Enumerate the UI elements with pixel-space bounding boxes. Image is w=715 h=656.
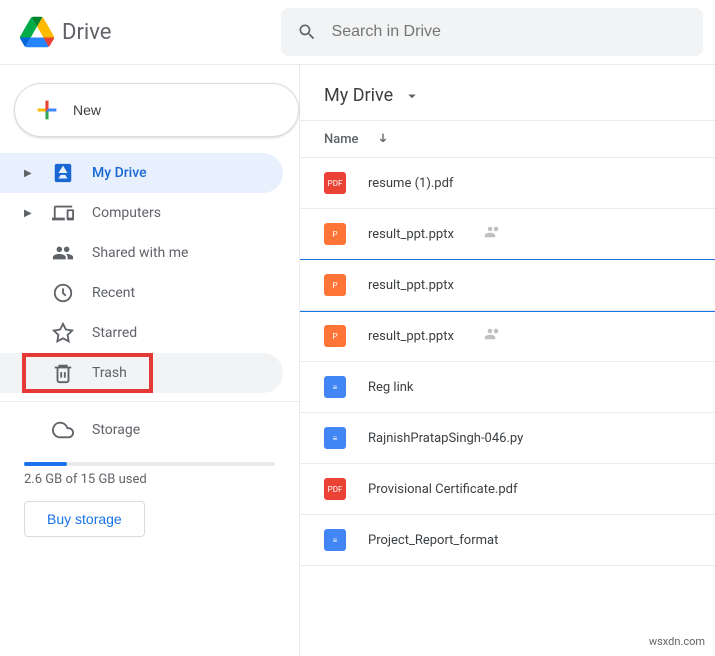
shared-indicator-icon xyxy=(484,325,502,347)
computers-icon xyxy=(52,202,74,224)
ppt-file-icon: P xyxy=(324,223,346,245)
doc-file-icon: ≡ xyxy=(324,529,346,551)
drive-logo-icon xyxy=(20,15,54,49)
star-icon xyxy=(52,322,74,344)
file-row[interactable]: Presult_ppt.pptx xyxy=(300,209,715,260)
my-drive-icon xyxy=(52,162,74,184)
sidebar-item-label: Computers xyxy=(92,205,161,221)
sort-arrow-down-icon xyxy=(375,131,391,147)
buy-storage-button[interactable]: Buy storage xyxy=(24,501,145,537)
main-content: My Drive Name PDF resume (1).pdf Presult_p… xyxy=(300,65,715,656)
file-row[interactable]: PDF resume (1).pdf xyxy=(300,158,715,209)
file-row[interactable]: PDF Provisional Certificate.pdf xyxy=(300,464,715,515)
pdf-file-icon: PDF xyxy=(324,478,346,500)
file-row[interactable]: Presult_ppt.pptx xyxy=(300,311,715,362)
file-name: RajnishPratapSingh-046.py xyxy=(368,431,523,446)
cloud-icon xyxy=(52,419,74,441)
file-name: result_ppt.pptx xyxy=(368,329,454,344)
header: Drive xyxy=(0,0,715,65)
breadcrumb[interactable]: My Drive xyxy=(300,65,715,121)
sidebar-item-storage[interactable]: Storage xyxy=(0,410,283,450)
expand-icon: ▶ xyxy=(24,168,34,179)
file-name: resume (1).pdf xyxy=(368,176,453,191)
sidebar-item-label: Trash xyxy=(92,365,127,381)
sidebar: New ▶ My Drive ▶ Computers Shared with m… xyxy=(0,65,300,656)
sidebar-item-computers[interactable]: ▶ Computers xyxy=(0,193,283,233)
plus-icon xyxy=(33,96,61,124)
sidebar-item-label: Starred xyxy=(92,325,137,341)
file-name: Project_Report_format xyxy=(368,533,498,548)
sidebar-item-label: Shared with me xyxy=(92,245,188,261)
file-name: result_ppt.pptx xyxy=(368,278,454,293)
file-list: PDFresume (1).pdfPresult_ppt.pptxPresult… xyxy=(300,158,715,656)
chevron-down-icon xyxy=(403,87,421,105)
storage-usage-text: 2.6 GB of 15 GB used xyxy=(24,472,275,487)
file-name: Provisional Certificate.pdf xyxy=(368,482,517,497)
new-button[interactable]: New xyxy=(14,83,299,137)
sidebar-item-starred[interactable]: Starred xyxy=(0,313,283,353)
storage-section: 2.6 GB of 15 GB used Buy storage xyxy=(0,450,299,545)
logo[interactable]: Drive xyxy=(20,15,111,49)
sidebar-item-recent[interactable]: Recent xyxy=(0,273,283,313)
new-button-label: New xyxy=(73,102,101,118)
shared-icon xyxy=(52,242,74,264)
nav-list: ▶ My Drive ▶ Computers Shared with me Re… xyxy=(0,153,299,656)
sidebar-item-label: Storage xyxy=(92,422,140,438)
sidebar-item-shared-with-me[interactable]: Shared with me xyxy=(0,233,283,273)
search-icon xyxy=(297,21,317,43)
file-row[interactable]: Presult_ppt.pptx xyxy=(300,260,715,311)
trash-icon xyxy=(52,362,74,384)
logo-text: Drive xyxy=(62,20,111,45)
file-row[interactable]: ≡ RajnishPratapSingh-046.py xyxy=(300,413,715,464)
storage-bar xyxy=(24,462,275,466)
search-input[interactable] xyxy=(332,23,687,41)
divider xyxy=(0,401,299,402)
search-bar[interactable] xyxy=(281,8,703,56)
ppt-file-icon: P xyxy=(324,325,346,347)
pdf-file-icon: PDF xyxy=(324,172,346,194)
watermark: wsxdn.com xyxy=(645,633,709,650)
ppt-file-icon: P xyxy=(324,274,346,296)
breadcrumb-title: My Drive xyxy=(324,85,393,106)
file-row[interactable]: ≡ Reg link xyxy=(300,362,715,413)
file-name: Reg link xyxy=(368,380,414,395)
column-header-name: Name xyxy=(324,132,359,147)
file-row[interactable]: ≡ Project_Report_format xyxy=(300,515,715,566)
recent-icon xyxy=(52,282,74,304)
expand-icon: ▶ xyxy=(24,208,34,219)
doc-file-icon: ≡ xyxy=(324,427,346,449)
doc-file-icon: ≡ xyxy=(324,376,346,398)
file-name: result_ppt.pptx xyxy=(368,227,454,242)
sidebar-item-label: My Drive xyxy=(92,165,147,181)
sidebar-item-label: Recent xyxy=(92,285,135,301)
shared-indicator-icon xyxy=(484,223,502,245)
list-header[interactable]: Name xyxy=(300,121,715,158)
sidebar-item-my-drive[interactable]: ▶ My Drive xyxy=(0,153,283,193)
sidebar-item-trash[interactable]: Trash xyxy=(0,353,283,393)
